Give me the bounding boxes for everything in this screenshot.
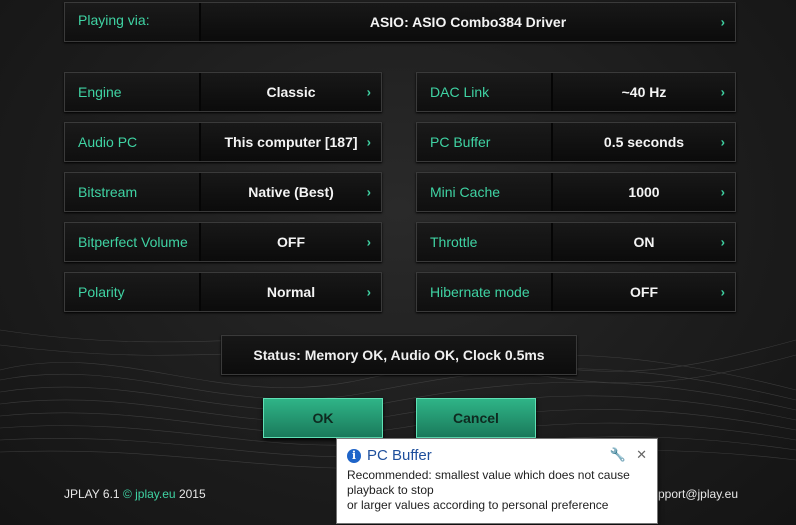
setting-value[interactable]: OFF › — [553, 273, 735, 311]
copyright-year: 2015 — [178, 487, 206, 501]
setting-value-text: 1000 — [628, 184, 660, 200]
close-icon[interactable]: ✕ — [636, 447, 647, 463]
chevron-right-icon: › — [366, 134, 371, 150]
setting-label: Hibernate mode — [417, 273, 553, 311]
tooltip-body: Recommended: smallest value which does n… — [347, 468, 647, 513]
chevron-right-icon: › — [366, 284, 371, 300]
setting-audio-pc[interactable]: Audio PC This computer [187] › — [64, 122, 382, 162]
setting-label: Bitperfect Volume — [65, 223, 201, 261]
setting-value-text: Native (Best) — [248, 184, 334, 200]
setting-mini-cache[interactable]: Mini Cache 1000 › — [416, 172, 736, 212]
setting-value[interactable]: ~40 Hz › — [553, 73, 735, 111]
tooltip-line: or larger values according to personal p… — [347, 498, 609, 512]
setting-bitstream[interactable]: Bitstream Native (Best) › — [64, 172, 382, 212]
chevron-right-icon: › — [366, 84, 371, 100]
setting-label: PC Buffer — [417, 123, 553, 161]
chevron-right-icon: › — [720, 84, 725, 100]
playing-via-value[interactable]: ASIO: ASIO Combo384 Driver › — [201, 3, 735, 41]
tooltip-title: PC Buffer — [367, 447, 432, 464]
setting-value-text: This computer [187] — [224, 134, 358, 150]
setting-value[interactable]: Normal › — [201, 273, 381, 311]
setting-value[interactable]: OFF › — [201, 223, 381, 261]
setting-label: Audio PC — [65, 123, 201, 161]
playing-via-label: Playing via: — [65, 3, 201, 41]
setting-value[interactable]: ON › — [553, 223, 735, 261]
setting-engine[interactable]: Engine Classic › — [64, 72, 382, 112]
chevron-right-icon: › — [720, 284, 725, 300]
setting-label: DAC Link — [417, 73, 553, 111]
playing-via-value-text: ASIO: ASIO Combo384 Driver — [369, 14, 567, 30]
footer-left: JPLAY 6.1 © jplay.eu 2015 — [64, 487, 206, 501]
cancel-button[interactable]: Cancel — [416, 398, 536, 438]
copyright-link[interactable]: © jplay.eu — [123, 487, 176, 501]
status-bar: Status: Memory OK, Audio OK, Clock 0.5ms — [221, 335, 577, 375]
playing-via-row[interactable]: Playing via: ASIO: ASIO Combo384 Driver … — [64, 2, 736, 42]
setting-label: Mini Cache — [417, 173, 553, 211]
chevron-right-icon: › — [720, 134, 725, 150]
support-email-link[interactable]: pport@jplay.eu — [658, 487, 738, 501]
setting-value[interactable]: 0.5 seconds › — [553, 123, 735, 161]
ok-button[interactable]: OK — [263, 398, 383, 438]
pc-buffer-tooltip: i PC Buffer 🔧 ✕ Recommended: smallest va… — [336, 438, 658, 524]
wrench-icon[interactable]: 🔧 — [610, 447, 626, 463]
setting-value-text: OFF — [277, 234, 305, 250]
chevron-right-icon: › — [720, 184, 725, 200]
chevron-right-icon: › — [720, 234, 725, 250]
setting-label: Throttle — [417, 223, 553, 261]
info-icon: i — [347, 448, 361, 463]
setting-value[interactable]: 1000 › — [553, 173, 735, 211]
setting-value[interactable]: Native (Best) › — [201, 173, 381, 211]
setting-value-text: OFF — [630, 284, 658, 300]
setting-label: Engine — [65, 73, 201, 111]
version-text: JPLAY 6.1 — [64, 487, 120, 501]
tooltip-line: Recommended: smallest value which does n… — [347, 468, 630, 482]
setting-hibernate-mode[interactable]: Hibernate mode OFF › — [416, 272, 736, 312]
setting-value-text: ~40 Hz — [621, 84, 667, 100]
setting-value[interactable]: This computer [187] › — [201, 123, 381, 161]
setting-value-text: 0.5 seconds — [603, 134, 685, 150]
setting-value-text: Normal — [266, 284, 316, 300]
tooltip-line: playback to stop — [347, 483, 434, 497]
setting-value[interactable]: Classic › — [201, 73, 381, 111]
setting-throttle[interactable]: Throttle ON › — [416, 222, 736, 262]
setting-label: Polarity — [65, 273, 201, 311]
setting-value-text: Classic — [266, 84, 316, 100]
setting-bitperfect-volume[interactable]: Bitperfect Volume OFF › — [64, 222, 382, 262]
setting-label: Bitstream — [65, 173, 201, 211]
setting-dac-link[interactable]: DAC Link ~40 Hz › — [416, 72, 736, 112]
setting-value-text: ON — [633, 234, 655, 250]
chevron-right-icon: › — [366, 234, 371, 250]
chevron-right-icon: › — [720, 14, 725, 30]
setting-pc-buffer[interactable]: PC Buffer 0.5 seconds › — [416, 122, 736, 162]
chevron-right-icon: › — [366, 184, 371, 200]
setting-polarity[interactable]: Polarity Normal › — [64, 272, 382, 312]
